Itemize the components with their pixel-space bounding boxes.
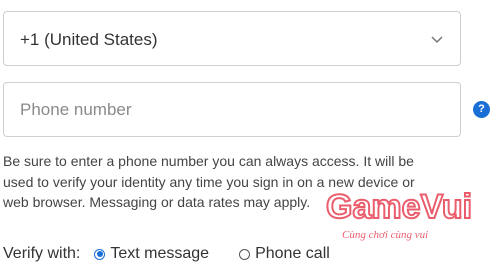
radio-phone-call-label: Phone call: [255, 245, 330, 262]
gamevui-watermark-logo: GameVui Cùng chơi cùng vui: [325, 187, 473, 241]
verify-method-group: Verify with: Text message Phone call: [3, 243, 330, 265]
radio-text-message-label: Text message: [110, 245, 210, 262]
country-code-select[interactable]: +1 (United States): [3, 11, 461, 66]
chevron-down-icon: [431, 36, 443, 44]
radio-text-message[interactable]: Text message: [94, 245, 209, 263]
radio-phone-call[interactable]: Phone call: [239, 245, 330, 263]
watermark-brand: GameVui: [326, 188, 472, 226]
watermark-tagline: Cùng chơi cùng vui: [342, 229, 428, 241]
radio-text-message-control[interactable]: [94, 248, 106, 260]
phone-number-input[interactable]: [3, 82, 461, 137]
country-code-value: +1 (United States): [20, 30, 158, 49]
question-icon[interactable]: ?: [473, 101, 490, 118]
radio-phone-call-control[interactable]: [239, 248, 251, 260]
verify-with-label: Verify with:: [3, 245, 81, 262]
phone-verification-form: +1 (United States) ? Be sure to enter a …: [0, 0, 496, 272]
